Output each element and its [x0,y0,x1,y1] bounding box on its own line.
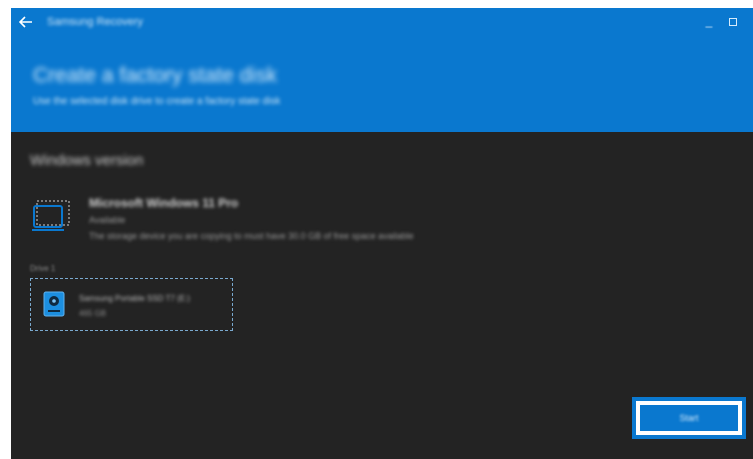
page-title: Create a factory state disk [33,64,277,87]
header-banner: Samsung Recovery _ Create a factory stat… [11,8,753,132]
drive-name: Samsung Portable SSD T7 (E:) [79,294,191,303]
section-title: Windows version [30,152,144,169]
os-space-note: The storage device you are copying to mu… [89,231,414,241]
start-button[interactable]: Start [640,405,738,431]
back-arrow-icon [19,16,32,28]
start-button-label: Start [679,413,699,423]
drive-option[interactable]: Samsung Portable SSD T7 (E:) 465 GB [30,278,233,331]
app-title: Samsung Recovery [47,16,143,28]
back-button[interactable] [15,12,37,32]
drive-size: 465 GB [79,309,107,318]
usb-drive-icon [43,291,65,317]
maximize-icon [729,18,737,26]
minimize-button[interactable]: _ [701,14,717,30]
page-subtitle: Use the selected disk drive to create a … [33,96,281,107]
os-name: Microsoft Windows 11 Pro [89,196,239,210]
recovery-window: Samsung Recovery _ Create a factory stat… [11,8,753,459]
drive-label: Drive 1 [30,264,56,273]
start-button-highlight: Start [632,397,746,439]
title-bar: Samsung Recovery _ [11,8,753,36]
laptop-icon [32,200,70,231]
maximize-button[interactable] [725,14,741,30]
os-status: Available [89,215,126,225]
